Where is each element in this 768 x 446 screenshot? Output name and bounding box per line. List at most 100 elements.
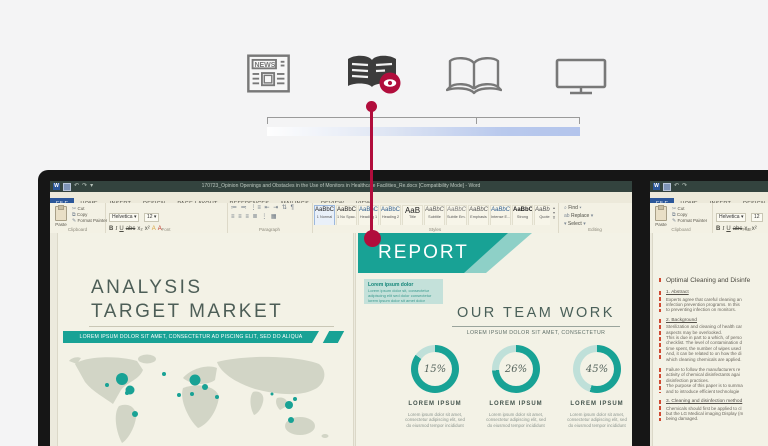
format-painter-icon: ✎: [72, 218, 76, 224]
callout-text: Lorem ipsum dolor sit, consecteturadipis…: [368, 289, 439, 303]
style-sample: AaBbCc: [425, 206, 444, 215]
donut-label: LOREM IPSUM: [570, 401, 623, 407]
map-marker-dot: [293, 397, 297, 401]
w2-clipboard-small-buttons: ✂ Cut ⧉ Copy ✎ Format Painter: [672, 206, 707, 224]
style-name: Heading 1: [359, 215, 378, 219]
style-chip[interactable]: AaBbCHeading 1: [358, 205, 379, 225]
svg-text:NEWS: NEWS: [254, 62, 275, 69]
donut-hole: 26%: [499, 352, 533, 386]
change-bar: [659, 400, 661, 421]
doc2-title: Optimal Cleaning and Disinfe: [666, 277, 768, 284]
style-chip[interactable]: AaBbCc1 Normal: [314, 205, 335, 225]
style-name: Emphasis: [469, 215, 488, 219]
style-name: Strong: [513, 215, 532, 219]
donut-caption: Lorem ipsum dolor sit amet,consectetur a…: [405, 412, 465, 428]
style-sample: AaBbCc: [513, 206, 532, 215]
style-name: Intense E...: [491, 215, 510, 219]
section-heading: 3. Cleaning and disinfection method: [666, 399, 768, 404]
donut-chart: 45% LOREM IPSUM Lorem ipsum dolor sit amet…: [561, 345, 632, 428]
font-group: Helvetica ▾ 12 ▾ BIUabcx₂x²AA Font: [105, 203, 228, 233]
report-callout-box: Lorem ipsum dolor Lorem ipsum dolor sit,…: [364, 279, 443, 304]
style-chip[interactable]: AaBTitle: [402, 205, 423, 225]
undo-icon[interactable]: ↶: [674, 182, 679, 191]
w2-document-area[interactable]: Optimal Cleaning and Disinfe 1. Abstract…: [650, 233, 768, 446]
style-chip[interactable]: AaBbCcSubtle Em...: [446, 205, 467, 225]
change-bar: [659, 278, 661, 283]
report-title: REPORT: [378, 242, 469, 264]
text-line: which cleaning chemicals are applied.: [666, 357, 768, 362]
divider-line: [89, 326, 334, 327]
page1-teal-banner: LOREM IPSUM DOLOR SIT AMET, CONSECTETUR …: [63, 331, 319, 343]
style-name: 1 No Spac...: [337, 215, 356, 219]
team-work-divider: [452, 326, 620, 327]
style-chip[interactable]: AaBbCcQuote: [534, 205, 550, 225]
caption-line: do eiusmod tempor incididunt: [567, 423, 627, 428]
map-marker-dot: [285, 401, 293, 409]
donut-ring: 26%: [492, 345, 540, 393]
text-line: to preventing infection on monitors.: [666, 307, 768, 312]
w2-ribbon: Paste ✂ Cut ⧉ Copy ✎ Format Painter Clip…: [650, 203, 768, 234]
style-sample: AaBbCcI: [337, 206, 356, 215]
slider-scale: [267, 117, 580, 125]
lg-monitor-reading-mode-scene: NEWS: [0, 0, 768, 446]
style-sample: AaBbCc: [535, 206, 550, 215]
page1-banner-end-piece: [323, 331, 344, 343]
screen-left: W ↶ ↷ ▾ 170723_Opinion Openings and Obst…: [50, 181, 632, 446]
callout-line: lorem ipsum dolor sit amet dolor: [368, 299, 439, 304]
paragraph-icons-row1: ≔ ≕ ⋮≡ ⇤ ⇥ ⇅ ¶: [231, 205, 295, 212]
blue-light-slider[interactable]: [267, 127, 580, 136]
map-marker-dot: [271, 393, 274, 396]
map-marker-dot: [125, 391, 129, 395]
page1-heading: ANALYSIS TARGET MARKET: [91, 276, 283, 324]
page-analysis-target-market: ANALYSIS TARGET MARKET LOREM IPSUM DOLOR…: [57, 233, 354, 446]
format-painter-button[interactable]: ✎ Format Painter: [672, 218, 707, 224]
style-name: 1 Normal: [315, 215, 334, 219]
caption-line: do eiusmod tempor incididunt: [486, 423, 546, 428]
donut-caption: Lorem ipsum dolor sit amet,consectetur a…: [567, 412, 627, 428]
doc-section: 2. BackgroundSterilization and cleaning …: [666, 318, 768, 362]
style-name: Heading 2: [381, 215, 400, 219]
style-sample: AaBbCc: [381, 206, 400, 215]
map-marker-dot: [288, 417, 294, 423]
style-chip[interactable]: AaBbCcI1 No Spac...: [336, 205, 357, 225]
style-chip[interactable]: AaBbCcHeading 2: [380, 205, 401, 225]
style-name: Subtitle: [425, 215, 444, 219]
styles-gallery-arrows[interactable]: ▴▾⊽: [551, 205, 557, 220]
style-chip[interactable]: AaBbCcSubtitle: [424, 205, 445, 225]
replace-button[interactable]: ab Replace ▾: [564, 212, 593, 220]
style-chip[interactable]: AaBbCcEmphasis: [468, 205, 489, 225]
w2-titlebar: W ↶ ↷: [650, 181, 768, 192]
redo-icon[interactable]: ↷: [682, 182, 687, 191]
w1-document-area[interactable]: ANALYSIS TARGET MARKET LOREM IPSUM DOLOR…: [50, 233, 632, 446]
style-sample: AaBbC: [359, 206, 378, 215]
doc2-content: Optimal Cleaning and Disinfe 1. Abstract…: [666, 277, 768, 427]
find-button[interactable]: ⌕ Find ▾: [564, 204, 593, 212]
donut-value: 26%: [505, 364, 527, 375]
paste-button[interactable]: Paste: [653, 206, 669, 227]
format-painter-button[interactable]: ✎ Format Painter: [72, 218, 107, 224]
page-report-team-work: REPORT Lorem ipsum dolor Lorem ipsum dol…: [355, 233, 632, 446]
team-work-subtitle: LOREM IPSUM DOLOR SIT AMET, CONSECTETUR: [436, 330, 632, 336]
w2-quick-access-toolbar[interactable]: W ↶ ↷: [653, 182, 687, 191]
map-marker-dot: [202, 384, 208, 390]
section-heading: 1. Abstract: [666, 290, 768, 295]
donut-hole: 15%: [418, 352, 452, 386]
editing-buttons: ⌕ Find ▾ab Replace ▾▾ Select ▾: [564, 204, 593, 228]
editing-group: ⌕ Find ▾ab Replace ▾▾ Select ▾ Editing: [558, 203, 632, 233]
style-sample: AaBbCc: [447, 206, 466, 215]
editing-label: Replace: [570, 213, 591, 219]
map-marker-dot: [190, 375, 201, 386]
style-sample: AaBbCc: [315, 206, 334, 215]
map-marker-dot: [215, 395, 219, 399]
style-chip[interactable]: AaBbCcStrong: [512, 205, 533, 225]
text-line: being damaged.: [666, 416, 768, 421]
save-icon[interactable]: [663, 183, 671, 191]
w2-font-group: Helvetica ▾ 12 BIUabcx₂x² Font: [712, 203, 768, 233]
style-chip[interactable]: AaBbCcIntense E...: [490, 205, 511, 225]
callout-heading: Lorem ipsum dolor: [368, 282, 439, 288]
paste-button[interactable]: Paste: [53, 206, 69, 227]
caret-icon: ▾: [591, 213, 594, 219]
screen-right: W ↶ ↷ FILEHOMEINSERTDESIGNPAGE LAYOUT Pa…: [650, 181, 768, 446]
donut-ring: 45%: [573, 345, 621, 393]
style-name: Title: [403, 215, 422, 219]
